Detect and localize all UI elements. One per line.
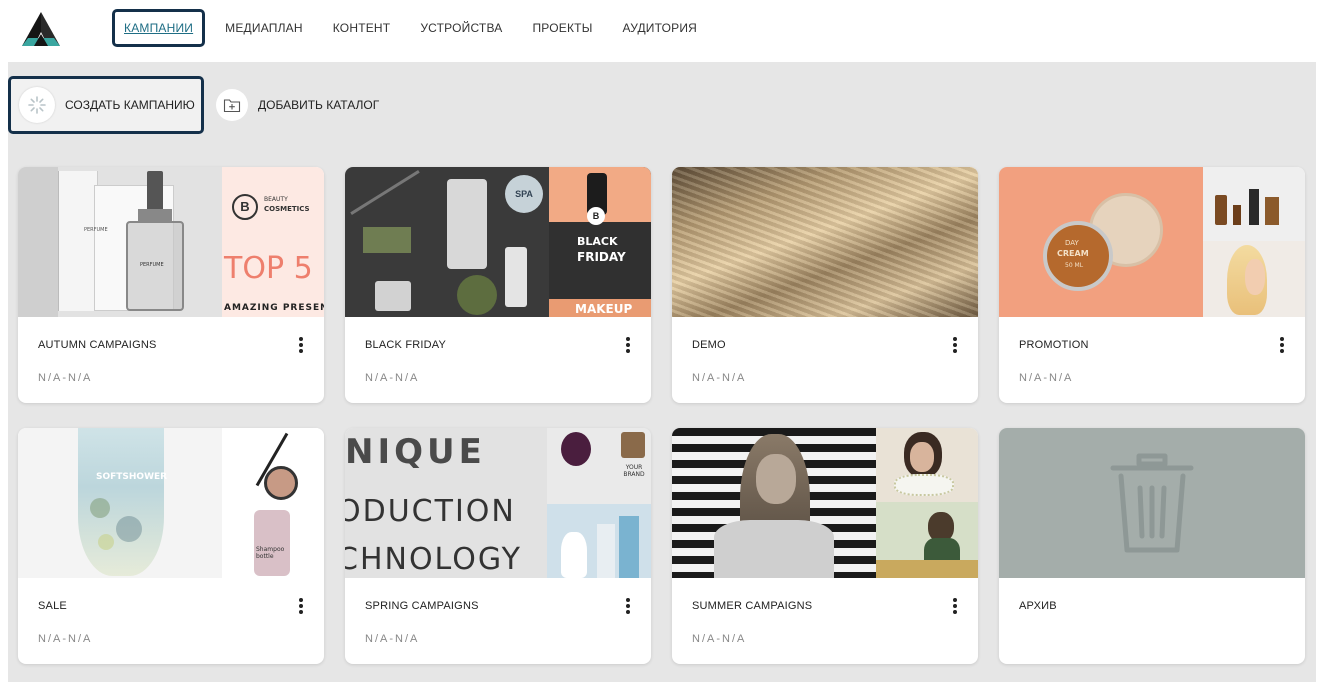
typography-image: NIQUE ODUCTION CHNOLOGY <box>345 428 547 578</box>
nav-tab-mediaplan[interactable]: МЕДИАПЛАН <box>225 21 303 35</box>
field-image <box>876 502 978 578</box>
nav-tab-projects[interactable]: ПРОЕКТЫ <box>532 21 592 35</box>
add-folder-icon <box>216 89 248 121</box>
campaign-card-sale[interactable]: SOFTSHOWER Shampoo bottle SALE N/A-N/A <box>18 428 324 664</box>
campaign-title: DEMO <box>692 339 726 351</box>
campaign-card-black-friday[interactable]: SPA B BLACK FRIDAY MAKEUP BLACK FRIDAY N… <box>345 167 651 403</box>
day-cream-image: DAY CREAM 50 ML <box>999 167 1203 317</box>
campaign-thumbnail: DAY CREAM 50 ML <box>999 167 1305 317</box>
campaign-dates: N/A-N/A <box>38 372 93 384</box>
perfume-image: PERFUME PERFUME <box>18 167 222 317</box>
black-friday-image: B BLACK FRIDAY MAKEUP <box>549 167 651 317</box>
campaign-card-demo[interactable]: DEMO N/A-N/A <box>672 167 978 403</box>
campaign-thumbnail: PERFUME PERFUME B BEAUTY COSMETICS TOP 5… <box>18 167 324 317</box>
more-options-icon[interactable] <box>950 596 960 616</box>
campaign-thumbnail: NIQUE ODUCTION CHNOLOGY YOUR BRAND <box>345 428 651 578</box>
more-options-icon[interactable] <box>623 596 633 616</box>
create-campaign-button[interactable]: СОЗДАТЬ КАМПАНИЮ <box>8 76 204 134</box>
campaign-dates: N/A-N/A <box>365 633 420 645</box>
top-bar: КАМПАНИИ МЕДИАПЛАН КОНТЕНТ УСТРОЙСТВА ПР… <box>0 0 1324 62</box>
archive-thumbnail <box>999 428 1305 578</box>
makeup-image: Shampoo bottle <box>222 428 324 578</box>
shower-gel-image: SOFTSHOWER <box>18 428 222 578</box>
more-options-icon[interactable] <box>296 335 306 355</box>
campaign-title: SPRING CAMPAIGNS <box>365 600 479 612</box>
hair-photo <box>672 167 978 317</box>
campaign-thumbnail: SPA B BLACK FRIDAY MAKEUP <box>345 167 651 317</box>
logo-icon[interactable] <box>18 10 64 50</box>
bottles-image <box>1203 167 1305 241</box>
campaign-dates: N/A-N/A <box>38 633 93 645</box>
nav-tab-content[interactable]: КОНТЕНТ <box>333 21 391 35</box>
campaign-title: SUMMER CAMPAIGNS <box>692 600 813 612</box>
archive-title: АРХИВ <box>1019 600 1057 612</box>
campaign-title: SALE <box>38 600 67 612</box>
add-catalog-button[interactable]: ДОБАВИТЬ КАТАЛОГ <box>216 87 379 123</box>
add-catalog-label: ДОБАВИТЬ КАТАЛОГ <box>258 98 380 112</box>
campaign-dates: N/A-N/A <box>365 372 420 384</box>
products-image: SPA <box>345 167 549 317</box>
archive-card[interactable]: АРХИВ <box>999 428 1305 664</box>
flowers-image <box>876 428 978 502</box>
campaign-dates: N/A-N/A <box>1019 372 1074 384</box>
loading-spinner-icon <box>19 87 55 123</box>
more-options-icon[interactable] <box>296 596 306 616</box>
model-image <box>1203 241 1305 317</box>
campaign-card-promotion[interactable]: DAY CREAM 50 ML PROMOTION N/A-N/A <box>999 167 1305 403</box>
campaign-title: BLACK FRIDAY <box>365 339 447 351</box>
campaign-thumbnail <box>672 167 978 317</box>
campaign-card-spring[interactable]: NIQUE ODUCTION CHNOLOGY YOUR BRAND SPRIN… <box>345 428 651 664</box>
trash-icon <box>1110 453 1194 553</box>
spa-products-image: YOUR BRAND <box>547 428 651 578</box>
campaign-thumbnail: SOFTSHOWER Shampoo bottle <box>18 428 324 578</box>
nav-tab-devices[interactable]: УСТРОЙСТВА <box>420 21 502 35</box>
campaign-card-summer[interactable]: SUMMER CAMPAIGNS N/A-N/A <box>672 428 978 664</box>
create-campaign-label: СОЗДАТЬ КАМПАНИЮ <box>65 98 195 112</box>
campaign-title: PROMOTION <box>1019 339 1089 351</box>
campaign-thumbnail <box>672 428 978 578</box>
more-options-icon[interactable] <box>623 335 633 355</box>
main-nav: КАМПАНИИ МЕДИАПЛАН КОНТЕНТ УСТРОЙСТВА ПР… <box>112 8 727 48</box>
campaign-title: AUTUMN CAMPAIGNS <box>38 339 157 351</box>
promo-image: B BEAUTY COSMETICS TOP 5 AMAZING PRESENT <box>222 167 324 317</box>
more-options-icon[interactable] <box>1277 335 1287 355</box>
nav-tab-campaigns[interactable]: КАМПАНИИ <box>112 9 206 47</box>
model-stripes-image <box>672 428 876 578</box>
campaign-dates: N/A-N/A <box>692 633 747 645</box>
nav-tab-audience[interactable]: АУДИТОРИЯ <box>623 21 698 35</box>
campaign-card-autumn[interactable]: PERFUME PERFUME B BEAUTY COSMETICS TOP 5… <box>18 167 324 403</box>
more-options-icon[interactable] <box>950 335 960 355</box>
campaign-dates: N/A-N/A <box>692 372 747 384</box>
